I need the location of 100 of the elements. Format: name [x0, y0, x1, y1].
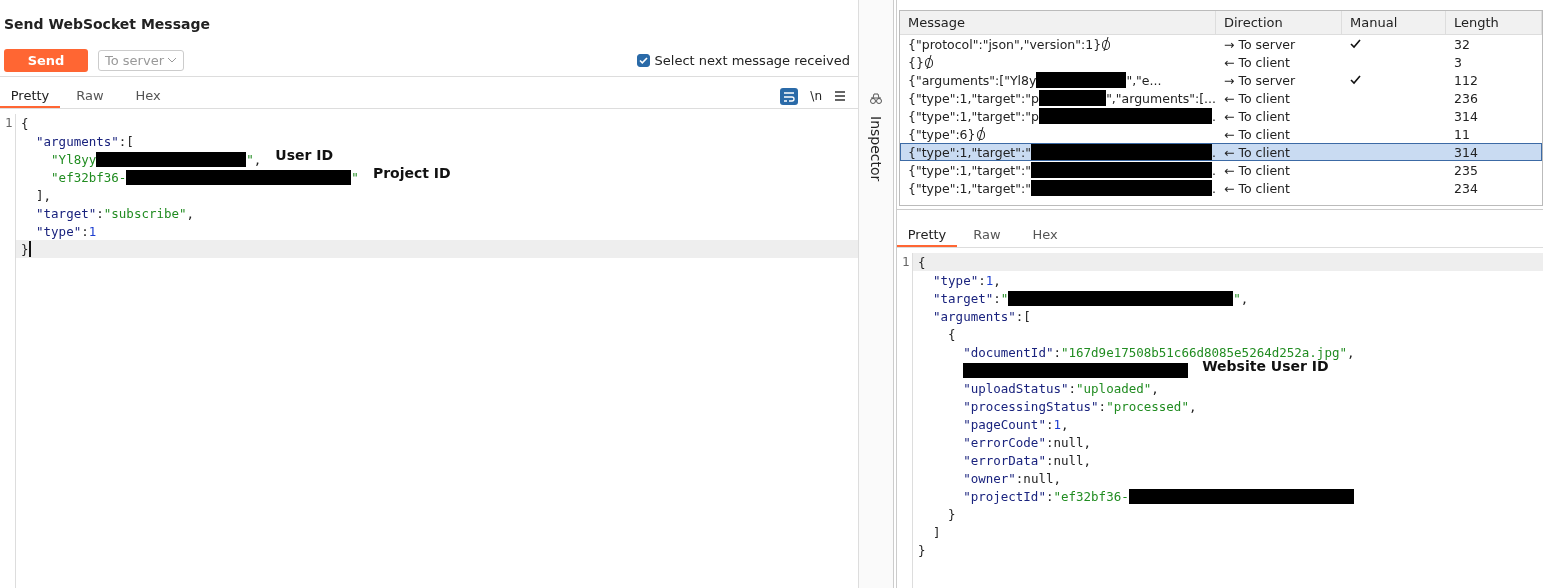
- direction-text: ← To client: [1224, 54, 1290, 70]
- code-text: "target":"subscribe",: [36, 205, 195, 221]
- tab[interactable]: Pretty: [897, 223, 957, 247]
- null-marker-icon: [975, 126, 986, 142]
- tab[interactable]: Pretty: [0, 84, 60, 108]
- code-text: "processingStatus":"processed",: [963, 398, 1197, 414]
- message-text: ","arguments":[...: [1106, 90, 1216, 106]
- column-header[interactable]: Manual: [1342, 11, 1446, 34]
- direction-text: ← To client: [1224, 90, 1290, 106]
- message-row[interactable]: {"type":1,"target":" . ← To client 314: [900, 143, 1542, 161]
- code-text: "type":1,: [933, 272, 1001, 288]
- text-cursor: [28, 241, 31, 257]
- message-row[interactable]: {} ← To client 3: [900, 53, 1542, 71]
- line-number: 1: [902, 254, 910, 269]
- message-row[interactable]: {"type":1,"target":" . ← To client 235: [900, 161, 1542, 179]
- length-text: 234: [1454, 180, 1478, 196]
- code-text: "documentId":"167d9e17508b51c66d8085e5264d252a.jpg",: [963, 344, 1355, 360]
- annotation-label: Project ID: [372, 165, 451, 181]
- code-text: "arguments":[: [933, 308, 1031, 324]
- code-text: ",: [1233, 290, 1249, 306]
- panel-title: Send WebSocket Message: [3, 15, 211, 34]
- message-row[interactable]: {"type":6} ← To client 11: [900, 125, 1542, 143]
- code-text: "owner":null,: [963, 470, 1061, 486]
- direction-text: → To server: [1224, 36, 1296, 52]
- checkbox-label: Select next message received: [654, 52, 850, 68]
- checkbox[interactable]: [636, 53, 650, 67]
- check-icon: [1350, 39, 1361, 49]
- length-text: 314: [1454, 144, 1478, 160]
- message-row[interactable]: {"type":1,"target":"p ","arguments":[... ← To client 236: [900, 89, 1542, 107]
- message-text: .: [1212, 180, 1216, 196]
- code-text: }: [918, 542, 926, 558]
- null-marker-icon: [1101, 36, 1112, 52]
- message-row[interactable]: {"type":1,"target":" . ← To client 234: [900, 179, 1542, 197]
- length-text: 314: [1454, 108, 1478, 124]
- direction-text: ← To client: [1224, 162, 1290, 178]
- null-marker-icon: [923, 54, 934, 70]
- tab[interactable]: Raw: [62, 84, 118, 108]
- code-text: }: [948, 506, 956, 522]
- column-header[interactable]: Message: [900, 11, 1216, 34]
- length-text: 112: [1454, 72, 1478, 88]
- chevron-down-icon: [167, 57, 177, 63]
- newline-toggle[interactable]: \n: [810, 89, 822, 103]
- code-text: {: [948, 326, 956, 342]
- code-text: }: [21, 241, 29, 257]
- code-text: "pageCount":1,: [963, 416, 1069, 432]
- direction-text: ← To client: [1224, 144, 1290, 160]
- direction-text: → To server: [1224, 72, 1296, 88]
- message-text: .: [1212, 144, 1216, 160]
- code-text: "target":": [933, 290, 1009, 306]
- annotation-label: User ID: [275, 147, 334, 163]
- length-text: 236: [1454, 90, 1478, 106]
- code-text: "projectId":"ef32bf36-: [963, 488, 1129, 504]
- column-header[interactable]: Direction: [1216, 11, 1342, 34]
- code-text: "arguments":[: [36, 133, 134, 149]
- message-text: {"type":1,"target":": [908, 144, 1031, 160]
- code-text: "type":1: [36, 223, 97, 239]
- inspector-tab[interactable]: Inspector: [868, 116, 884, 182]
- message-text: {"protocol":"json","version":1}: [908, 36, 1102, 52]
- direction-text: ← To client: [1224, 108, 1290, 124]
- message-text: {"type":6}: [908, 126, 976, 142]
- menu-icon[interactable]: [834, 91, 846, 101]
- word-wrap-icon[interactable]: [780, 87, 799, 105]
- tab[interactable]: Hex: [120, 84, 176, 108]
- code-text: ],: [36, 187, 52, 203]
- message-text: {"arguments":["Yl8y: [908, 72, 1037, 88]
- code-text: ",: [246, 151, 262, 167]
- message-text: {"type":1,"target":"p: [908, 90, 1039, 106]
- code-text: {: [918, 254, 926, 270]
- length-text: 235: [1454, 162, 1478, 178]
- code-text: "errorData":null,: [963, 452, 1092, 468]
- message-text: {"type":1,"target":"p: [908, 108, 1039, 124]
- check-icon: [1350, 75, 1361, 85]
- code-text: "Yl8yy: [51, 151, 97, 167]
- code-text: ]: [933, 524, 941, 540]
- code-text: "ef32bf36-: [51, 169, 127, 185]
- column-header[interactable]: Length: [1446, 11, 1542, 34]
- message-text: {"type":1,"target":": [908, 180, 1031, 196]
- length-text: 3: [1454, 54, 1462, 70]
- code-text: "uploadStatus":"uploaded",: [963, 380, 1159, 396]
- message-text: .: [1212, 162, 1216, 178]
- code-text: {: [21, 115, 29, 131]
- message-text: .: [1212, 108, 1216, 124]
- tab[interactable]: Raw: [959, 223, 1015, 247]
- direction-text: ← To client: [1224, 126, 1290, 142]
- message-row[interactable]: {"protocol":"json","version":1} → To server 32: [900, 35, 1542, 53]
- message-text: {}: [908, 54, 924, 70]
- tab[interactable]: Hex: [1017, 223, 1073, 247]
- line-number: 1: [5, 115, 13, 130]
- message-row[interactable]: {"arguments":["Yl8y ","e... → To server 112: [900, 71, 1542, 89]
- direction-text: ← To client: [1224, 180, 1290, 196]
- code-text: "errorCode":null,: [963, 434, 1092, 450]
- message-text: {"type":1,"target":": [908, 162, 1031, 178]
- message-row[interactable]: {"type":1,"target":"p . ← To client 314: [900, 107, 1542, 125]
- redaction-bar: [1038, 90, 1107, 106]
- message-text: ","e...: [1126, 72, 1162, 88]
- annotation-label: Website User ID: [1202, 358, 1329, 374]
- length-text: 32: [1454, 36, 1470, 52]
- code-text: ": [351, 169, 359, 185]
- inspector-icon[interactable]: [869, 92, 883, 106]
- length-text: 11: [1454, 126, 1470, 142]
